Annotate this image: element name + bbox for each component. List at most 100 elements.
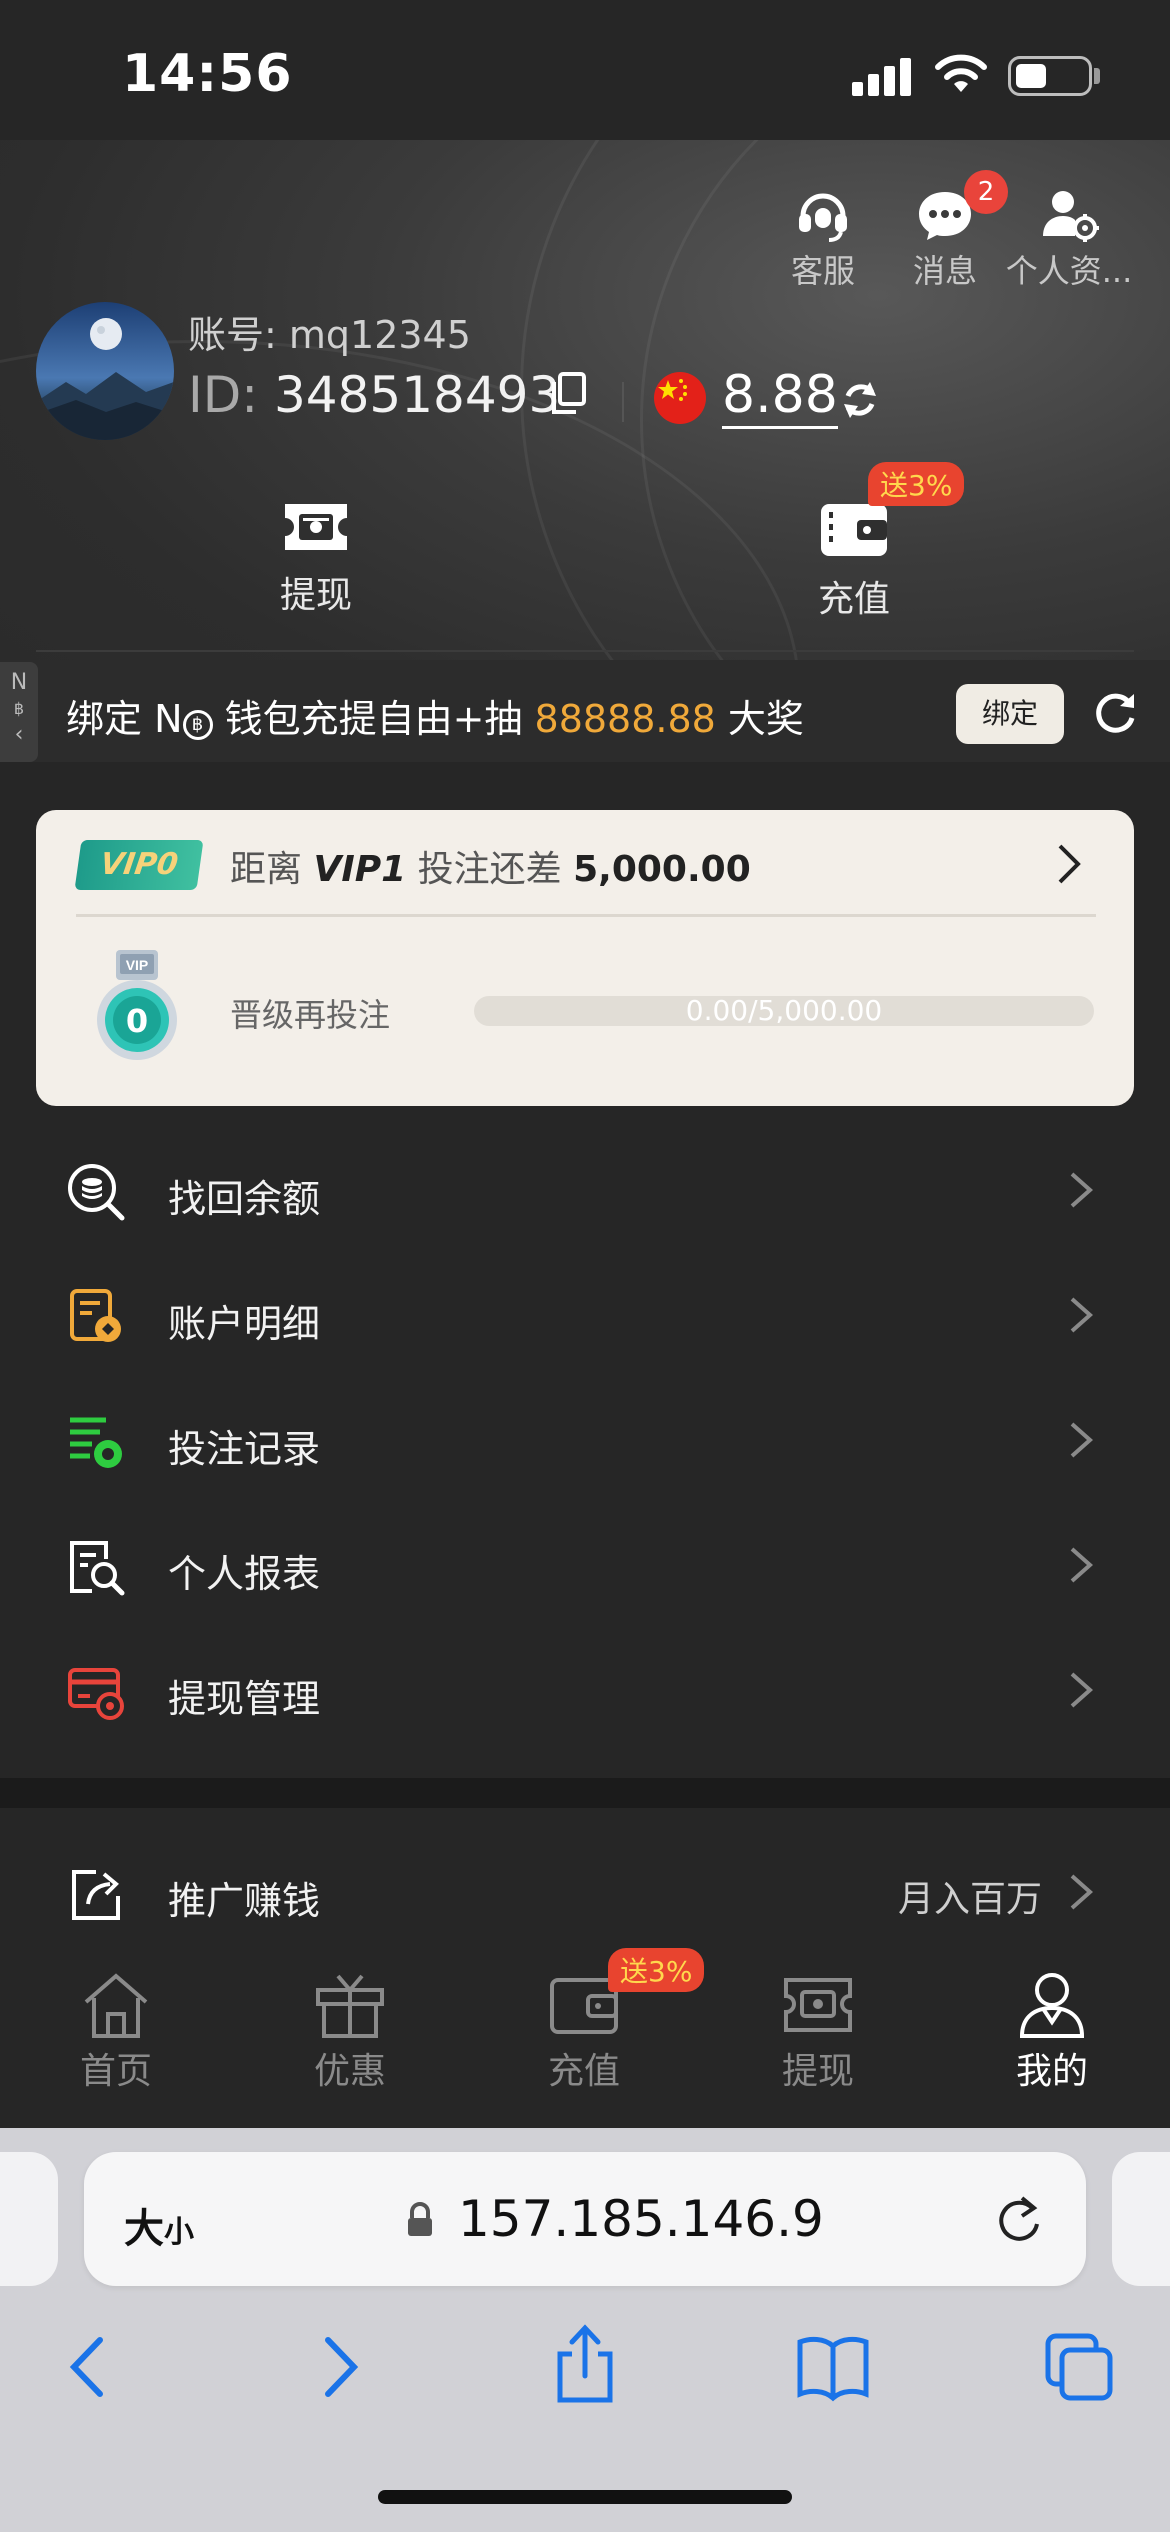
url-text: 157.185.146.9 (458, 2190, 824, 2248)
tabs-icon[interactable] (1044, 2332, 1114, 2402)
forward-icon[interactable] (318, 2332, 362, 2402)
profile-info-label: 个人资... (1005, 252, 1133, 290)
vip-divider (76, 914, 1096, 917)
gift-icon (316, 1974, 384, 2038)
vip-card[interactable]: VIP0 距离 VIP1 投注还差 5,000.00 VIP 0 晋级再投注 0… (36, 810, 1134, 1106)
menu-item-account-details[interactable]: 账户明细 (0, 1253, 1170, 1378)
menu-item-withdraw-management[interactable]: 提现管理 (0, 1628, 1170, 1753)
copy-icon[interactable] (548, 372, 588, 416)
back-icon[interactable] (66, 2332, 110, 2402)
bind-text-mid: 钱包充提自由+抽 (212, 697, 535, 741)
bind-text-prefix: 绑定 N (66, 697, 183, 741)
upgrade-label: 晋级再投注 (230, 996, 391, 1034)
chevron-right-icon (1070, 1672, 1094, 1708)
tab-promotions[interactable]: 优惠 (280, 1970, 420, 2094)
section-separator (0, 1778, 1170, 1808)
bet-record-icon (70, 1417, 122, 1468)
withdraw-button[interactable]: 提现 (236, 498, 396, 618)
user-icon (1019, 1973, 1085, 2038)
balance-refresh-icon[interactable] (840, 378, 880, 422)
deposit-button[interactable]: 充值 (774, 498, 934, 622)
vip-next-level: VIP1 (313, 849, 407, 890)
deposit-label: 充值 (817, 579, 890, 620)
next-tab-preview[interactable] (1112, 2152, 1170, 2286)
bookmarks-icon[interactable] (796, 2332, 870, 2402)
svg-text:VIP: VIP (126, 957, 149, 973)
avatar[interactable] (36, 302, 174, 440)
tab-mine[interactable]: 我的 (982, 1970, 1122, 2094)
balance-amount: 8.88 (722, 366, 838, 429)
reload-icon[interactable] (994, 2194, 1044, 2246)
report-search-icon (70, 1541, 125, 1596)
chevron-right-icon (1070, 1422, 1094, 1458)
status-bar: 14:56 (0, 0, 1170, 140)
tab-home[interactable]: 首页 (46, 1970, 186, 2094)
menu-item-bet-records[interactable]: 投注记录 (0, 1378, 1170, 1503)
bind-button[interactable]: 绑定 (956, 684, 1064, 744)
vip-distance-label: 距离 (230, 849, 303, 890)
withdraw-label: 提现 (279, 575, 352, 616)
tab-withdraw[interactable]: 提现 (748, 1970, 888, 2094)
side-drawer-tab[interactable]: N ฿ ‹ (0, 662, 38, 762)
text-size-large: 大 (124, 2206, 164, 2252)
vip-progress-bar: 0.00/5,000.00 (474, 996, 1094, 1026)
referral-label: 推广赚钱 (168, 1879, 321, 1923)
profile-info-button[interactable]: 个人资... (1004, 186, 1134, 292)
search-coins-icon (68, 1164, 125, 1221)
nb-coin-icon: ฿ (182, 710, 213, 740)
chevron-right-icon (1070, 1297, 1094, 1333)
bind-wallet-banner[interactable]: 绑定 N ฿ 钱包充提自由+抽 88888.88 大奖 绑定 (0, 660, 1170, 762)
user-id-value: 348518493 (274, 366, 561, 424)
account-detail-icon (70, 1289, 121, 1342)
previous-tab-preview[interactable] (0, 2152, 58, 2286)
battery-tip (1094, 68, 1100, 84)
menu-item-recover-balance[interactable]: 找回余额 (0, 1128, 1170, 1253)
headset-icon (799, 193, 847, 242)
referral-subtext: 月入百万 (898, 1879, 1043, 1920)
lock-icon (408, 2202, 432, 2236)
account-name: 账号: mq12345 (188, 313, 471, 357)
tab-mine-label: 我的 (1015, 2051, 1088, 2092)
bind-text-suffix: 大奖 (715, 697, 804, 741)
share-icon (72, 1870, 120, 1920)
menu-item-personal-report[interactable]: 个人报表 (0, 1503, 1170, 1628)
china-flag-icon (654, 372, 706, 424)
vip-bet-label: 投注还差 (417, 849, 562, 890)
tab-deposit-bonus-tag: 送3% (608, 1948, 705, 1992)
chevron-right-icon[interactable] (1054, 842, 1084, 886)
text-size-button[interactable]: 大小 (124, 2196, 194, 2254)
menu-label-personal-report: 个人报表 (168, 1552, 321, 1596)
medal-level-number: 0 (125, 1002, 149, 1040)
bind-wallet-text: 绑定 N ฿ 钱包充提自由+抽 88888.88 大奖 (66, 688, 804, 743)
status-time: 14:56 (122, 44, 293, 104)
battery-icon (1008, 56, 1092, 96)
messages-count-badge: 2 (964, 170, 1008, 214)
tab-home-label: 首页 (79, 2051, 152, 2092)
withdraw-ticket-icon (784, 1978, 852, 2032)
vip-progress-text: 0.00/5,000.00 (685, 996, 883, 1026)
customer-service-button[interactable]: 客服 (758, 186, 888, 292)
menu-label-account-details: 账户明细 (168, 1302, 321, 1346)
home-icon (84, 1973, 148, 2038)
withdraw-manage-icon (68, 1668, 124, 1720)
menu-label-withdraw-management: 提现管理 (168, 1677, 321, 1721)
wifi-icon (935, 54, 987, 92)
tab-withdraw-label: 提现 (781, 2051, 854, 2092)
chevron-right-icon (1070, 1874, 1094, 1910)
chevron-left-icon: ‹ (14, 722, 24, 747)
menu-label-recover-balance: 找回余额 (168, 1177, 321, 1221)
side-tab-letter: N (10, 670, 28, 695)
deposit-bonus-tag: 送3% (868, 462, 965, 506)
user-id: ID: 348518493 (188, 366, 560, 424)
moon-landscape-image (36, 318, 174, 440)
messages-label: 消息 (912, 252, 977, 290)
wallet-icon (821, 504, 887, 556)
browser-toolbar: 大小 157.185.146.9 (0, 2128, 1170, 2532)
address-bar[interactable]: 大小 157.185.146.9 (84, 2152, 1086, 2286)
text-size-small: 小 (164, 2215, 194, 2250)
menu-item-referral[interactable]: 推广赚钱 月入百万 (0, 1830, 1170, 1955)
withdraw-ticket-icon (285, 504, 347, 550)
share-sheet-icon[interactable] (552, 2324, 618, 2404)
refresh-icon[interactable] (1092, 690, 1138, 736)
customer-service-label: 客服 (790, 252, 855, 290)
